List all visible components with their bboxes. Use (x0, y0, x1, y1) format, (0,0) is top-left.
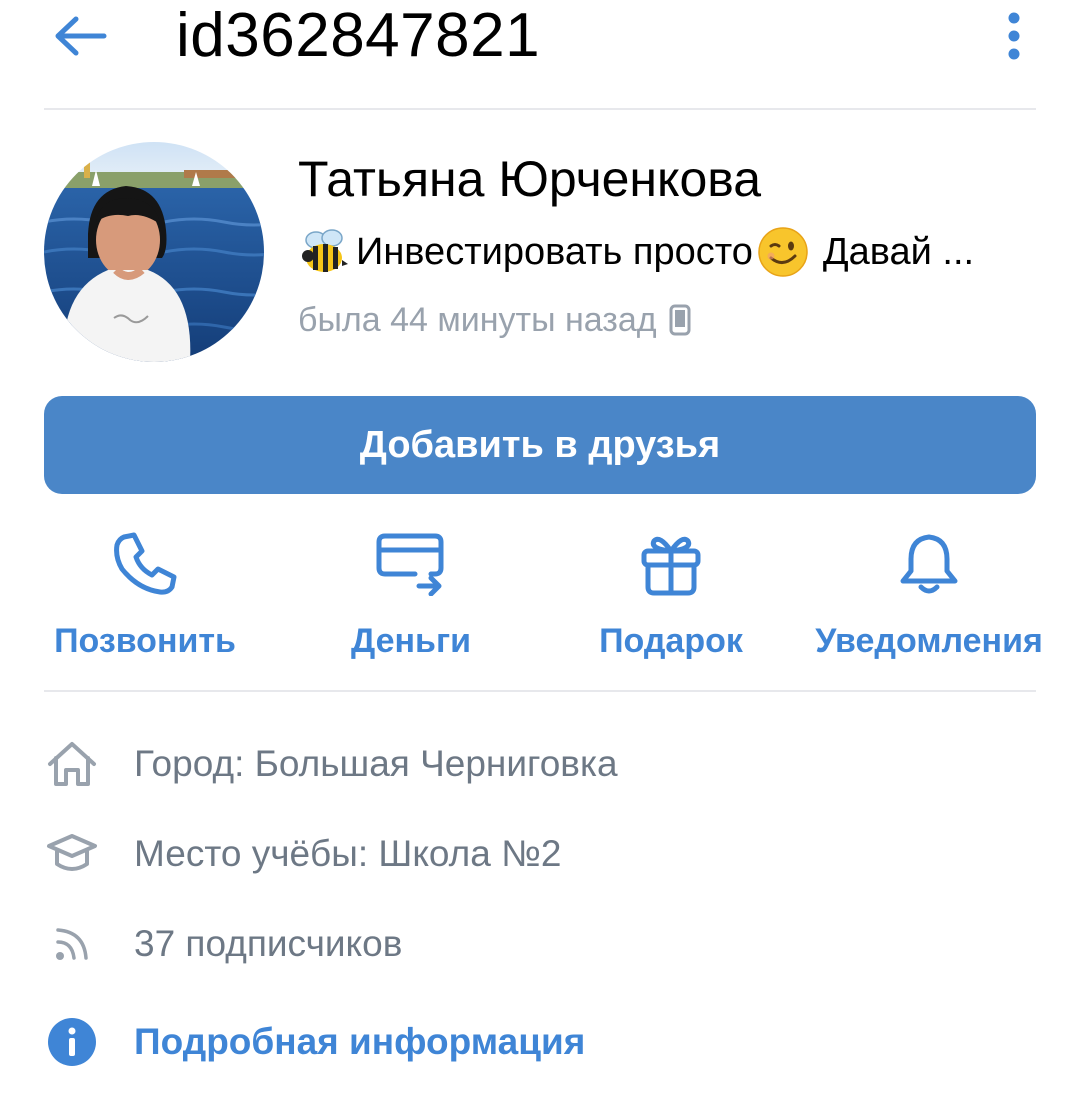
status-text-after: Давай ... (822, 230, 975, 273)
arrow-left-icon (55, 16, 107, 56)
action-label: Подарок (599, 622, 743, 660)
top-bar: id362847821 (0, 0, 1080, 110)
more-button[interactable] (990, 6, 1038, 66)
winking-face-emoji (758, 227, 808, 277)
add-friend-button[interactable]: Добавить в друзья (44, 396, 1036, 494)
action-money[interactable]: Деньги (314, 528, 508, 668)
info-row-education: Место учёбы: Школа №2 (44, 824, 561, 884)
mobile-phone-icon (669, 304, 691, 336)
avatar-image (44, 142, 264, 362)
rss-icon (56, 928, 88, 960)
bee-emoji (302, 229, 348, 272)
home-icon (48, 742, 96, 786)
info-text: Город: Большая Черниговка (134, 743, 618, 784)
action-call[interactable]: Позвонить (48, 528, 242, 668)
details-link[interactable]: Подробная информация (44, 1012, 585, 1072)
details-link-label: Подробная информация (134, 1021, 586, 1062)
profile-status[interactable]: Инвестировать просто Давай ... (298, 222, 1038, 282)
gift-icon (641, 536, 701, 596)
action-notifications[interactable]: Уведомления (815, 528, 1043, 668)
more-vertical-icon (1008, 12, 1020, 60)
phone-icon (114, 532, 177, 595)
action-label: Деньги (350, 622, 472, 660)
profile-page: id362847821 Татьяна Юрченкова Инвестиров… (0, 0, 1080, 1101)
profile-name: Татьяна Юрченкова (298, 151, 762, 207)
info-text: 37 подписчиков (134, 923, 403, 964)
info-row-followers[interactable]: 37 подписчиков (44, 914, 402, 974)
avatar[interactable] (44, 142, 264, 362)
action-gift[interactable]: Подарок (574, 528, 768, 668)
info-row-city: Город: Большая Черниговка (44, 734, 618, 794)
action-label: Уведомления (815, 622, 1043, 660)
action-label: Позвонить (54, 622, 236, 660)
back-button[interactable] (40, 4, 120, 68)
actions-divider (44, 690, 1036, 692)
status-text-before: Инвестировать просто (356, 230, 753, 273)
bell-icon (900, 534, 958, 594)
last-seen: была 44 минуты назад (298, 296, 691, 344)
last-seen-text: была 44 минуты назад (298, 300, 657, 339)
info-text: Место учёбы: Школа №2 (134, 833, 562, 874)
top-divider (44, 108, 1036, 110)
info-icon (48, 1018, 96, 1066)
page-title: id362847821 (176, 1, 541, 70)
education-icon (47, 834, 97, 871)
money-transfer-icon (376, 533, 444, 596)
